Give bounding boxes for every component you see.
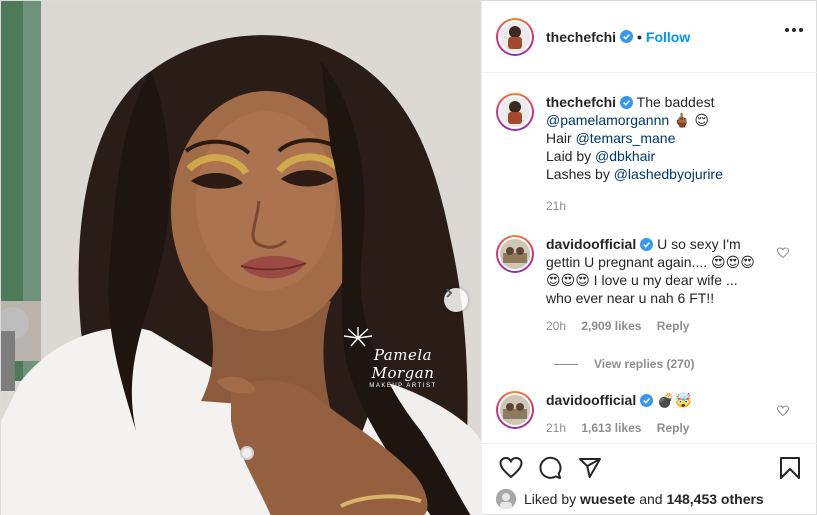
- instagram-post: Pamela Morgan MAKEUP ARTIST thechefchi •…: [0, 0, 817, 515]
- verified-icon: [620, 96, 634, 109]
- photo-illustration: [1, 1, 481, 515]
- liked-by-prefix: Liked by: [524, 491, 577, 507]
- comment-item: davidoofficial U so sexy I'm gettin U pr…: [496, 235, 761, 335]
- view-replies-label[interactable]: View replies (270): [594, 357, 695, 371]
- comment-body: davidoofficial U so sexy I'm gettin U pr…: [546, 235, 761, 335]
- mention-link[interactable]: @lashedbyojurire: [614, 166, 723, 182]
- reply-button[interactable]: Reply: [657, 421, 690, 435]
- mention-link[interactable]: @temars_mane: [576, 130, 676, 146]
- comment-time[interactable]: 20h: [546, 319, 566, 333]
- comment-item: davidoofficial 💣🤯 21h 1,613 likes Reply: [496, 391, 761, 437]
- hair-label: Hair: [546, 130, 572, 146]
- comment-icon[interactable]: [538, 456, 562, 480]
- action-bar: [482, 443, 817, 491]
- avatar-image: [500, 21, 530, 52]
- bookmark-icon[interactable]: [779, 456, 801, 480]
- author-avatar[interactable]: [496, 17, 534, 56]
- comments-section[interactable]: thechefchi The baddest @pamelamorgannn 🖕…: [482, 73, 817, 443]
- post-side-panel: thechefchi • Follow thechefchi The badde…: [481, 1, 817, 515]
- replies-divider: [554, 363, 578, 365]
- heart-icon[interactable]: [498, 456, 524, 480]
- liker-avatar[interactable]: [496, 489, 516, 509]
- header-separator: •: [637, 28, 642, 45]
- mention-link[interactable]: @dbkhair: [595, 148, 655, 164]
- liked-by-user[interactable]: wuesete: [580, 491, 635, 507]
- watermark-name: Pamela Morgan: [371, 346, 435, 382]
- follow-button[interactable]: Follow: [646, 29, 690, 45]
- watermark-burst-icon: [343, 327, 373, 347]
- caption-time[interactable]: 21h: [546, 199, 566, 213]
- liked-by-others[interactable]: 148,453 others: [666, 491, 763, 507]
- comment-likes[interactable]: 1,613 likes: [581, 421, 641, 435]
- reply-button[interactable]: Reply: [657, 319, 690, 333]
- lashes-label: Lashes by: [546, 166, 610, 182]
- more-options-icon[interactable]: [785, 28, 803, 32]
- comment-username[interactable]: davidoofficial: [546, 236, 636, 252]
- share-icon[interactable]: [578, 456, 602, 480]
- next-photo-button[interactable]: [444, 288, 468, 312]
- photo-watermark: Pamela Morgan MAKEUP ARTIST: [343, 326, 463, 389]
- comment-like-heart-icon[interactable]: [777, 405, 789, 417]
- laid-label: Laid by: [546, 148, 592, 164]
- post-photo[interactable]: Pamela Morgan MAKEUP ARTIST: [1, 1, 481, 515]
- verified-icon: [640, 238, 654, 251]
- comment-time[interactable]: 21h: [546, 421, 566, 435]
- commenter-avatar[interactable]: [496, 235, 534, 273]
- caption-emoji: 🖕🏾 😌: [673, 112, 709, 128]
- view-replies-button[interactable]: View replies (270): [554, 357, 695, 371]
- comment-text: 💣🤯: [657, 392, 692, 408]
- caption-username[interactable]: thechefchi: [546, 94, 616, 110]
- likes-summary: Liked by wuesete and 148,453 others: [496, 489, 764, 509]
- comment-likes[interactable]: 2,909 likes: [581, 319, 641, 333]
- header-username[interactable]: thechefchi: [546, 29, 616, 45]
- liked-by-and: and: [639, 491, 663, 507]
- verified-icon: [620, 30, 634, 43]
- mention-link[interactable]: @pamelamorgannn: [546, 112, 669, 128]
- comment-body: davidoofficial 💣🤯 21h 1,613 likes Reply: [546, 391, 761, 437]
- caption-text: The baddest: [636, 94, 715, 110]
- comment-username[interactable]: davidoofficial: [546, 392, 636, 408]
- watermark-subtitle: MAKEUP ARTIST: [369, 383, 437, 389]
- caption-body: thechefchi The baddest @pamelamorgannn 🖕…: [546, 93, 801, 215]
- caption: thechefchi The baddest @pamelamorgannn 🖕…: [496, 93, 801, 215]
- chevron-right-icon: [446, 288, 453, 298]
- comment-like-heart-icon[interactable]: [777, 247, 789, 259]
- caption-avatar[interactable]: [496, 93, 534, 131]
- commenter-avatar[interactable]: [496, 391, 534, 429]
- verified-icon: [640, 394, 654, 407]
- post-header: thechefchi • Follow: [482, 1, 817, 73]
